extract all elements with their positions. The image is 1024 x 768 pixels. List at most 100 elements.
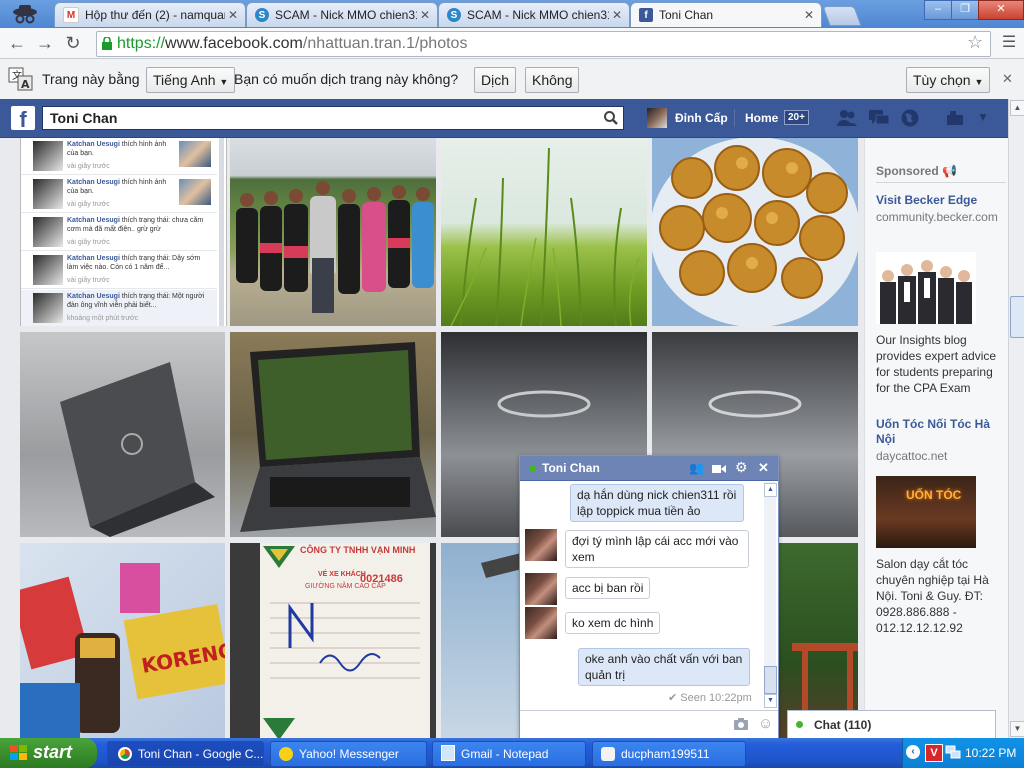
sponsored-header: Sponsored 📢 bbox=[876, 164, 957, 178]
chat-message-outgoing: oke anh vào chất vấn với ban quản trị bbox=[578, 648, 750, 686]
chat-scrollbar[interactable]: ▲ ▼ bbox=[764, 482, 777, 708]
taskbar-item-notepad[interactable]: Gmail - Notepad bbox=[432, 741, 586, 767]
laptop-photo-1[interactable] bbox=[20, 332, 225, 537]
search-input[interactable]: Toni Chan bbox=[42, 106, 624, 130]
tab-toni-chan[interactable]: f Toni Chan ✕ bbox=[630, 2, 822, 27]
back-arrow-icon[interactable]: ← bbox=[6, 32, 28, 54]
chrome-icon bbox=[118, 747, 132, 761]
search-icon[interactable] bbox=[603, 110, 619, 126]
sponsored-column: Sponsored 📢 Visit Becker Edge community.… bbox=[864, 138, 1009, 738]
tray-expand-icon[interactable]: ‹ bbox=[906, 745, 920, 759]
activity-name: Katchan Uesugi bbox=[67, 179, 120, 186]
star-icon[interactable]: ☆ bbox=[967, 32, 983, 53]
ad-url[interactable]: community.becker.com bbox=[876, 210, 1006, 225]
messages-icon[interactable] bbox=[868, 108, 890, 128]
start-button[interactable]: start bbox=[0, 738, 97, 768]
close-icon[interactable]: ✕ bbox=[758, 460, 769, 476]
close-window-button[interactable]: ✕ bbox=[978, 0, 1024, 20]
taskbar-item-yahoo[interactable]: Yahoo! Messenger bbox=[270, 741, 427, 767]
tab-scam-1[interactable]: S SCAM - Nick MMO chien311 ✕ bbox=[246, 2, 438, 27]
video-call-icon[interactable] bbox=[712, 463, 726, 473]
address-bar[interactable]: https://www.facebook.com/nhattuan.tran.1… bbox=[96, 31, 991, 57]
translate-text-1: Trang này bằng bbox=[42, 71, 140, 87]
tab-gmail[interactable]: M Hộp thư đến (2) - namquang ✕ bbox=[54, 2, 246, 27]
close-icon[interactable]: ✕ bbox=[417, 8, 433, 22]
add-friend-to-chat-icon[interactable]: 👥 bbox=[689, 461, 704, 475]
chat-name[interactable]: Toni Chan bbox=[542, 461, 600, 475]
activity-text: Katchan Uesugi thích trạng thái: chưa cắ… bbox=[67, 216, 213, 238]
options-button[interactable]: Tùy chọn ▼ bbox=[906, 67, 991, 93]
activity-avatar bbox=[33, 255, 63, 285]
profile-link[interactable]: Đỉnh Cấp bbox=[675, 111, 728, 125]
no-button[interactable]: Không bbox=[525, 67, 580, 93]
chat-header[interactable]: Toni Chan 👥 ⚙ ✕ bbox=[520, 456, 778, 481]
ad-image-business-people[interactable] bbox=[876, 252, 976, 324]
scroll-up-arrow-icon[interactable]: ▲ bbox=[764, 483, 777, 497]
bus-ticket-photo[interactable]: CÔNG TY TNHH VẠN MINH VÉ XE KHÁCH 002148… bbox=[230, 543, 436, 738]
activity-row: Katchan Uesugi thích trạng thái: Dậy sớm… bbox=[21, 252, 217, 289]
tab-scam-2[interactable]: S SCAM - Nick MMO chien311 ✕ bbox=[438, 2, 630, 27]
tab-title: Hộp thư đến (2) - namquang bbox=[85, 8, 225, 22]
chevron-down-icon: ▼ bbox=[974, 77, 984, 87]
chat-avatar bbox=[525, 529, 557, 561]
new-tab-button[interactable] bbox=[822, 6, 862, 26]
clock[interactable]: 10:22 PM bbox=[965, 746, 1016, 760]
forward-arrow-icon[interactable]: → bbox=[34, 32, 56, 54]
scroll-down-arrow-icon[interactable]: ▼ bbox=[764, 694, 777, 708]
activity-avatar bbox=[33, 293, 63, 323]
emoticon-icon[interactable]: ☺ bbox=[758, 715, 773, 732]
notifications-globe-icon[interactable] bbox=[900, 108, 920, 128]
group-photo[interactable] bbox=[230, 138, 436, 326]
activity-name: Katchan Uesugi bbox=[67, 255, 120, 262]
account-settings-chevron-icon[interactable]: ▼ bbox=[977, 110, 989, 124]
chevron-down-icon: ▼ bbox=[219, 77, 229, 87]
language-select[interactable]: Tiếng Anh ▼ bbox=[146, 67, 236, 93]
messenger-icon bbox=[601, 747, 615, 761]
menu-icon[interactable]: ☰ bbox=[998, 32, 1020, 54]
fried-food-photo[interactable] bbox=[652, 138, 858, 326]
maximize-button[interactable]: ❐ bbox=[951, 0, 979, 20]
snacks-photo[interactable]: KORENO bbox=[20, 543, 225, 738]
s-icon: S bbox=[447, 8, 461, 22]
antivirus-icon[interactable]: V bbox=[925, 744, 943, 762]
notepad-icon bbox=[441, 745, 455, 761]
close-icon[interactable]: ✕ bbox=[801, 8, 817, 22]
scroll-thumb[interactable] bbox=[764, 666, 777, 694]
seen-status: ✔ Seen 10:22pm bbox=[668, 692, 752, 704]
scroll-thumb[interactable] bbox=[1010, 296, 1024, 338]
profile-avatar[interactable] bbox=[647, 108, 667, 128]
rice-field-photo[interactable] bbox=[441, 138, 647, 326]
activity-time: vài giây trước bbox=[67, 201, 110, 208]
reload-icon[interactable]: ↻ bbox=[62, 32, 84, 54]
privacy-shortcuts-icon[interactable] bbox=[946, 110, 966, 126]
chat-sidebar-button[interactable]: Chat (110) bbox=[787, 710, 996, 739]
url-path: /nhattuan.tran.1/photos bbox=[302, 35, 468, 52]
facebook-logo[interactable]: f bbox=[11, 106, 35, 132]
ad-url[interactable]: daycattoc.net bbox=[876, 449, 1006, 464]
taskbar-item-chrome[interactable]: Toni Chan - Google C... bbox=[107, 741, 264, 767]
home-link[interactable]: Home bbox=[745, 111, 778, 125]
close-icon[interactable]: ✕ bbox=[1002, 71, 1013, 87]
lock-icon bbox=[101, 36, 113, 50]
chat-input[interactable]: ☺ bbox=[520, 710, 778, 740]
page-scrollbar[interactable]: ▲ ▼ bbox=[1008, 99, 1024, 738]
friend-requests-icon[interactable] bbox=[836, 108, 858, 128]
chat-sidebar-label: Chat (110) bbox=[814, 718, 872, 732]
minimize-button[interactable]: – bbox=[924, 0, 952, 20]
network-icon[interactable] bbox=[945, 744, 961, 760]
ad-title[interactable]: Uốn Tóc Nối Tóc Hà Nội bbox=[876, 417, 1004, 447]
activity-log-photo[interactable]: Katchan Uesugi thích hình ảnh của bạn. và… bbox=[20, 138, 227, 326]
close-icon[interactable]: ✕ bbox=[609, 8, 625, 22]
camera-icon[interactable] bbox=[733, 717, 749, 731]
gear-icon[interactable]: ⚙ bbox=[735, 459, 748, 476]
ad-image-salon[interactable]: UỐN TÓC bbox=[876, 476, 976, 548]
activity-photo-thumb bbox=[179, 179, 211, 205]
laptop-photo-2[interactable] bbox=[230, 332, 436, 537]
scroll-down-arrow-icon[interactable]: ▼ bbox=[1010, 721, 1024, 737]
tab-title: SCAM - Nick MMO chien311 bbox=[467, 8, 609, 22]
close-icon[interactable]: ✕ bbox=[225, 8, 241, 22]
scroll-up-arrow-icon[interactable]: ▲ bbox=[1010, 100, 1024, 116]
translate-button[interactable]: Dịch bbox=[474, 67, 517, 93]
ad-title[interactable]: Visit Becker Edge bbox=[876, 193, 1006, 208]
taskbar-item-messenger[interactable]: ducpham199511 bbox=[592, 741, 746, 767]
